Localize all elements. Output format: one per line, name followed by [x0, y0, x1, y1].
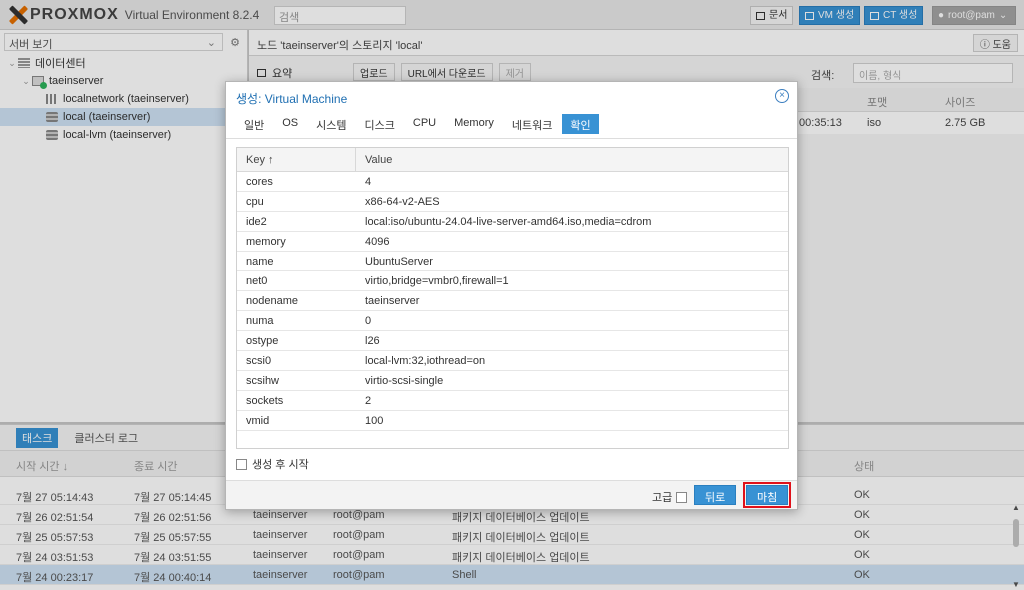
tab-os[interactable]: OS [274, 114, 306, 134]
tab-system[interactable]: 시스템 [308, 114, 354, 134]
table-row[interactable]: ide2 local:iso/ubuntu-24.04-live-server-a… [237, 212, 788, 232]
table-row[interactable]: ostype l26 [237, 331, 788, 352]
row-value: UbuntuServer [365, 255, 433, 268]
tab-general[interactable]: 일반 [236, 114, 272, 134]
create-vm-dialog: 생성: Virtual Machine × 일반 OS 시스템 디스크 CPU … [225, 81, 798, 510]
row-key: ide2 [246, 215, 267, 228]
table-row[interactable]: net0 virtio,bridge=vmbr0,firewall=1 [237, 271, 788, 292]
row-key: sockets [246, 394, 284, 407]
dialog-footer: 고급 뒤로 마침 [226, 480, 797, 509]
row-value: 100 [365, 414, 384, 427]
row-key: net0 [246, 275, 268, 288]
advanced-option[interactable]: 고급 [652, 489, 688, 505]
table-row[interactable]: numa 0 [237, 311, 788, 332]
row-key: ostype [246, 335, 279, 348]
row-value: local:iso/ubuntu-24.04-live-server-amd64… [365, 215, 652, 228]
tab-disk[interactable]: 디스크 [357, 114, 403, 134]
row-value: l26 [365, 335, 380, 348]
row-key: cores [246, 176, 273, 188]
table-row[interactable]: cores 4 [237, 172, 788, 192]
row-key: scsi0 [246, 355, 272, 368]
close-icon[interactable]: × [775, 89, 789, 103]
table-row[interactable]: scsi0 local-lvm:32,iothread=on [237, 351, 788, 371]
table-row[interactable]: sockets 2 [237, 391, 788, 411]
advanced-label: 고급 [652, 492, 673, 504]
table-row[interactable]: scsihw virtio-scsi-single [237, 371, 788, 391]
table-row[interactable]: nodename taeinserver [237, 291, 788, 312]
row-key: cpu [246, 195, 264, 208]
table-row[interactable]: memory 4096 [237, 232, 788, 252]
row-key: name [246, 255, 274, 268]
row-key: nodename [246, 295, 298, 308]
tab-network[interactable]: 네트워크 [504, 114, 560, 134]
row-key: scsihw [246, 374, 280, 387]
row-value: 2 [365, 394, 372, 407]
row-key: vmid [246, 414, 270, 427]
wizard-tabs: 일반 OS 시스템 디스크 CPU Memory 네트워크 확인 [236, 114, 601, 134]
advanced-checkbox[interactable] [676, 491, 688, 503]
row-value: virtio-scsi-single [365, 374, 444, 387]
tab-memory[interactable]: Memory [446, 114, 502, 134]
column-value[interactable]: Value [365, 154, 392, 166]
row-value: virtio,bridge=vmbr0,firewall=1 [365, 275, 509, 288]
dialog-title: 생성: Virtual Machine [236, 92, 348, 106]
row-value: 4 [365, 176, 372, 188]
column-key[interactable]: Key ↑ [237, 148, 356, 172]
row-value: 4096 [365, 235, 390, 248]
row-value: 0 [365, 315, 372, 328]
row-key: memory [246, 235, 286, 248]
start-after-create-label: 생성 후 시작 [252, 459, 309, 471]
row-value: x86-64-v2-AES [365, 195, 440, 208]
tab-confirm[interactable]: 확인 [562, 114, 599, 134]
start-after-create-option[interactable]: 생성 후 시작 [236, 456, 309, 472]
table-row[interactable]: name UbuntuServer [237, 252, 788, 272]
finish-button[interactable]: 마침 [742, 482, 792, 508]
grid-header: Key ↑ Value [237, 148, 788, 172]
table-row[interactable]: cpu x86-64-v2-AES [237, 192, 788, 212]
confirm-grid: Key ↑ Value cores 4 cpu x86-64-v2-AES ide2… [236, 147, 789, 449]
row-value: taeinserver [365, 295, 420, 308]
tab-cpu[interactable]: CPU [405, 114, 444, 134]
table-row[interactable]: vmid 100 [237, 411, 788, 431]
start-after-create-checkbox[interactable] [236, 458, 247, 470]
row-value: local-lvm:32,iothread=on [365, 355, 486, 368]
tab-divider [226, 138, 797, 139]
row-key: numa [246, 315, 274, 328]
back-button[interactable]: 뒤로 [694, 485, 737, 505]
